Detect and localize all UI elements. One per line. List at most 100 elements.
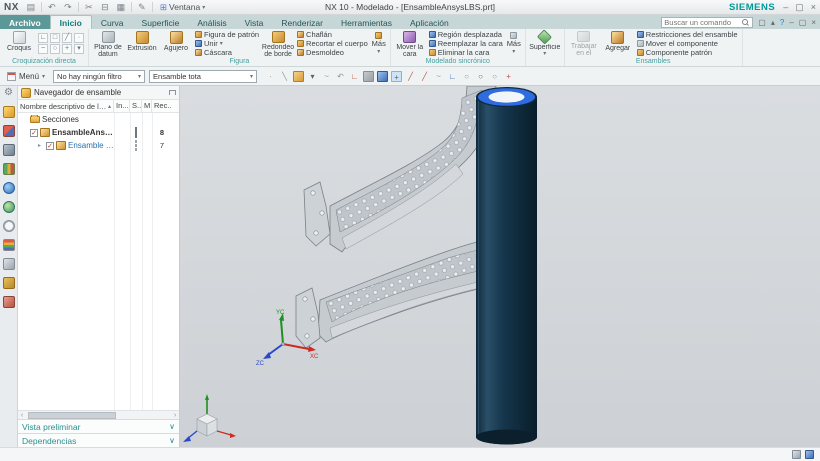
rotate-icon[interactable]: ↶ xyxy=(335,71,346,82)
restore-button[interactable]: ▢ xyxy=(795,2,804,13)
datum-csys-icon[interactable] xyxy=(293,71,304,82)
window-menu-button[interactable]: ⊞ Ventana ▾ xyxy=(157,2,208,13)
region-desplazada-button[interactable]: Región desplazada xyxy=(429,30,503,39)
command-search[interactable] xyxy=(661,17,753,28)
extrusion-button[interactable]: Extrusión xyxy=(125,30,159,57)
trabajar-ensamble-button[interactable]: Trabajar en el ensamble xyxy=(567,30,601,57)
measure-icon[interactable]: ∟ xyxy=(349,71,360,82)
wireframe-view-icon[interactable] xyxy=(377,71,388,82)
dependencies-panel-header[interactable]: Dependencias ∨ xyxy=(18,433,179,447)
pan-icon[interactable]: ~ xyxy=(321,71,332,82)
snap-point-icon[interactable]: · xyxy=(265,71,276,82)
eliminar-cara-button[interactable]: Eliminar la cara xyxy=(429,48,503,57)
croquis-button[interactable]: Croquis xyxy=(2,30,36,57)
column-info[interactable]: In... xyxy=(114,100,130,112)
point-target-icon[interactable]: ○ xyxy=(475,71,486,82)
tab-herramientas[interactable]: Herramientas xyxy=(332,15,401,29)
restricciones-button[interactable]: Restricciones del ensamble xyxy=(637,30,738,39)
save-icon[interactable]: ▤ xyxy=(25,2,37,13)
search-input[interactable] xyxy=(664,18,742,27)
close-button[interactable]: × xyxy=(811,2,816,13)
reuse-library-icon[interactable] xyxy=(3,163,15,175)
help-icon[interactable]: ? xyxy=(780,18,784,27)
shaded-view-icon[interactable] xyxy=(363,71,374,82)
cut-icon[interactable]: ✂ xyxy=(83,2,95,13)
chaflan-button[interactable]: Chaflán xyxy=(297,30,368,39)
tree-row-ensamble-ansys[interactable]: ✓ EnsambleAnsysLBS (O... 8 xyxy=(18,126,179,139)
minimize-ribbon-icon[interactable]: ▴ xyxy=(771,18,775,27)
copy-icon[interactable]: ⊟ xyxy=(99,2,111,13)
sketch-line-icon[interactable]: ╱ xyxy=(62,33,72,43)
graphics-window[interactable]: YC XC ZC xyxy=(180,86,820,447)
circle-tool-icon[interactable]: ○ xyxy=(489,71,500,82)
recortar-cuerpo-button[interactable]: Recortar el cuerpo xyxy=(297,39,368,48)
curve-tool-icon[interactable]: ~ xyxy=(433,71,444,82)
tab-superficie[interactable]: Superficie xyxy=(133,15,189,29)
tab-curva[interactable]: Curva xyxy=(92,15,133,29)
column-modified[interactable]: M xyxy=(142,100,152,112)
sketch-overflow-icon[interactable]: ▾ xyxy=(74,44,84,54)
undo-icon[interactable]: ↶ xyxy=(46,2,58,13)
paste-icon[interactable]: ▦ xyxy=(115,2,127,13)
internet-explorer-icon[interactable] xyxy=(3,182,15,194)
minimize-button[interactable]: – xyxy=(783,2,788,13)
desmoldeo-button[interactable]: Desmoldeo xyxy=(297,48,368,57)
assembly-navigator-icon[interactable] xyxy=(3,106,15,118)
sketch-rectangle-icon[interactable]: □ xyxy=(50,33,60,43)
touch-explorer-icon[interactable] xyxy=(3,296,15,308)
scrollbar-thumb[interactable] xyxy=(28,412,116,419)
selection-scope-combo[interactable]: Ensamble tota ▾ xyxy=(149,70,257,83)
sketch-more-icon[interactable]: · xyxy=(74,33,84,43)
tab-inicio[interactable]: Inicio xyxy=(50,15,92,29)
sketch-profile-icon[interactable]: ∟ xyxy=(38,33,48,43)
doc-minimize-button[interactable]: – xyxy=(789,18,793,27)
mover-cara-button[interactable]: Mover la cara xyxy=(393,30,427,57)
chevron-down-icon[interactable]: ▾ xyxy=(307,71,318,82)
alerts-icon[interactable] xyxy=(792,450,801,459)
column-count[interactable]: Rec... xyxy=(152,100,172,112)
orient-view-icon[interactable]: + xyxy=(391,71,402,82)
component-checkbox[interactable]: ✓ xyxy=(30,129,38,137)
superficie-button[interactable]: Superficie ▾ xyxy=(528,30,562,57)
touch-mode-icon[interactable]: ▢ xyxy=(758,18,766,27)
dimension-icon[interactable]: ∟ xyxy=(447,71,458,82)
figura-mas-button[interactable]: Más ▾ xyxy=(370,30,388,57)
palette-icon[interactable] xyxy=(3,239,15,251)
menu-button[interactable]: Menú ▾ xyxy=(3,71,49,82)
doc-close-button[interactable]: × xyxy=(811,18,816,27)
unir-button[interactable]: Unir ▾ xyxy=(195,39,259,48)
tab-analisis[interactable]: Análisis xyxy=(188,15,235,29)
sketch-spline-icon[interactable]: ~ xyxy=(38,44,48,54)
sketch-line-tool-icon[interactable]: ╱ xyxy=(405,71,416,82)
constraint-navigator-icon[interactable] xyxy=(3,125,15,137)
figura-patron-button[interactable]: Figura de patrón xyxy=(195,30,259,39)
selection-filter-combo[interactable]: No hay ningún filtro ▾ xyxy=(53,70,145,83)
componente-patron-button[interactable]: Componente patrón xyxy=(637,48,738,57)
viewport-canvas[interactable]: YC XC ZC xyxy=(180,86,820,447)
reemplazar-cara-button[interactable]: Reemplazar la cara xyxy=(429,39,503,48)
background-tasks-icon[interactable] xyxy=(805,450,814,459)
doc-restore-button[interactable]: ▢ xyxy=(799,18,807,27)
roles-icon[interactable] xyxy=(3,258,15,270)
tab-renderizar[interactable]: Renderizar xyxy=(272,15,332,29)
mover-componente-button[interactable]: Mover el componente xyxy=(637,39,738,48)
preview-panel-header[interactable]: Vista preliminar ∨ xyxy=(18,419,179,433)
sincronico-mas-button[interactable]: Más ▾ xyxy=(505,30,523,57)
scroll-left-icon[interactable]: ‹ xyxy=(18,412,26,419)
plus-tool-icon[interactable]: + xyxy=(503,71,514,82)
tab-archivo[interactable]: Archivo xyxy=(0,15,50,29)
agregar-button[interactable]: Agregar xyxy=(601,30,635,57)
web-browser-icon[interactable] xyxy=(3,201,15,213)
sketch-point-icon[interactable]: + xyxy=(62,44,72,54)
cylinder-part[interactable] xyxy=(476,87,537,445)
plano-datum-button[interactable]: Plano de datum xyxy=(91,30,125,57)
select-icon[interactable]: ╲ xyxy=(279,71,290,82)
tree-row-ensamble-lbs[interactable]: ▸ ✓ Ensamble lbs y ubs 7 xyxy=(18,139,179,152)
cascara-button[interactable]: Cáscara xyxy=(195,48,259,57)
horizontal-scrollbar[interactable]: ‹ › xyxy=(18,410,179,419)
format-icon[interactable]: ✎ xyxy=(136,2,148,13)
column-name[interactable]: Nombre descriptivo de la pi... ▴ xyxy=(18,100,114,112)
history-icon[interactable] xyxy=(3,220,15,232)
redondeo-borde-button[interactable]: Redondeo de borde xyxy=(261,30,295,57)
column-save[interactable]: S... xyxy=(130,100,142,112)
